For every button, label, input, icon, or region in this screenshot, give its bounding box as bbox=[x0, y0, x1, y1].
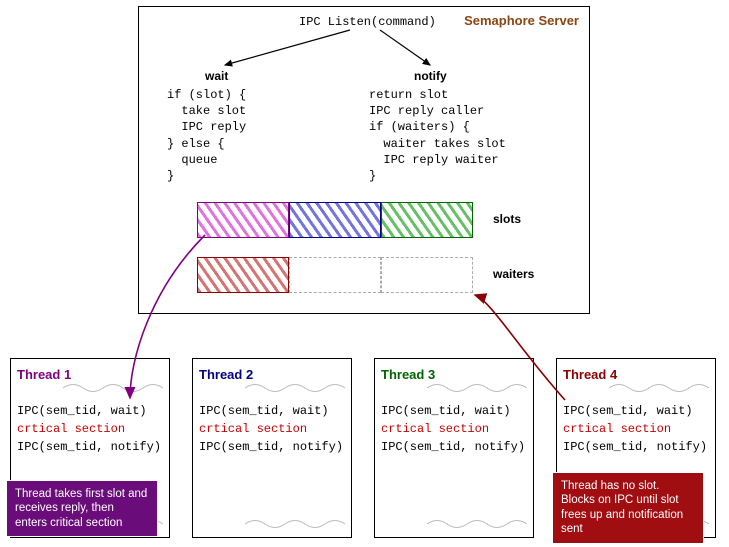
thread-3-title: Thread 3 bbox=[381, 367, 527, 382]
ipc-listen-label: IPC Listen(command) bbox=[299, 15, 436, 29]
torn-edge-icon bbox=[245, 517, 345, 531]
waiters-label: waiters bbox=[493, 267, 534, 281]
thread-1-crit: crtical section bbox=[17, 422, 163, 436]
wait-pseudocode: if (slot) { take slot IPC reply } else {… bbox=[167, 87, 246, 184]
slot-3 bbox=[381, 202, 473, 238]
thread-4-notify: IPC(sem_tid, notify) bbox=[563, 440, 709, 454]
thread-2-notify: IPC(sem_tid, notify) bbox=[199, 440, 345, 454]
waiters-row bbox=[197, 257, 473, 293]
thread-4-wait: IPC(sem_tid, wait) bbox=[563, 404, 709, 418]
torn-edge-icon bbox=[63, 381, 163, 395]
thread-1-wait: IPC(sem_tid, wait) bbox=[17, 404, 163, 418]
thread-2-wait: IPC(sem_tid, wait) bbox=[199, 404, 345, 418]
torn-edge-icon bbox=[609, 381, 709, 395]
torn-edge-icon bbox=[245, 381, 345, 395]
thread-4-title: Thread 4 bbox=[563, 367, 709, 382]
notify-pseudocode: return slot IPC reply caller if (waiters… bbox=[369, 87, 506, 184]
torn-edge-icon bbox=[427, 381, 527, 395]
waiter-1 bbox=[197, 257, 289, 293]
torn-edge-icon bbox=[427, 517, 527, 531]
waiter-empty-1 bbox=[289, 257, 381, 293]
thread-3-box: Thread 3 IPC(sem_tid, wait) crtical sect… bbox=[374, 358, 534, 538]
slot-2 bbox=[289, 202, 381, 238]
thread-4-crit: crtical section bbox=[563, 422, 709, 436]
callout-thread4: Thread has no slot. Blocks on IPC until … bbox=[552, 472, 704, 544]
slot-1 bbox=[197, 202, 289, 238]
thread-3-crit: crtical section bbox=[381, 422, 527, 436]
slots-label: slots bbox=[493, 212, 521, 226]
thread-1-title: Thread 1 bbox=[17, 367, 163, 382]
wait-branch-label: wait bbox=[205, 69, 228, 83]
thread-2-title: Thread 2 bbox=[199, 367, 345, 382]
waiter-empty-2 bbox=[381, 257, 473, 293]
thread-1-notify: IPC(sem_tid, notify) bbox=[17, 440, 163, 454]
semaphore-server-box: Semaphore Server IPC Listen(command) wai… bbox=[138, 6, 590, 314]
thread-2-box: Thread 2 IPC(sem_tid, wait) crtical sect… bbox=[192, 358, 352, 538]
server-title: Semaphore Server bbox=[464, 13, 579, 28]
thread-2-crit: crtical section bbox=[199, 422, 345, 436]
slots-row bbox=[197, 202, 473, 238]
notify-branch-label: notify bbox=[414, 69, 447, 83]
thread-3-notify: IPC(sem_tid, notify) bbox=[381, 440, 527, 454]
callout-thread1: Thread takes first slot and receives rep… bbox=[6, 480, 158, 537]
thread-3-wait: IPC(sem_tid, wait) bbox=[381, 404, 527, 418]
